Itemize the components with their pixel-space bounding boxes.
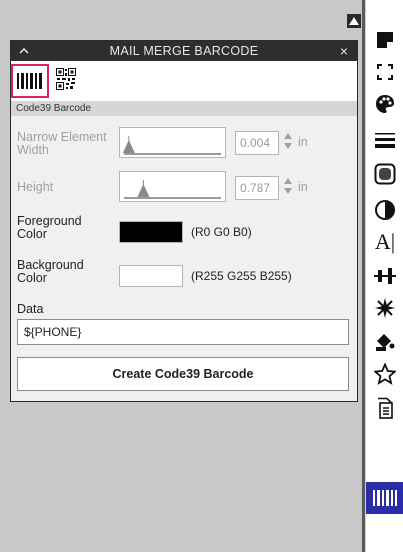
- foreground-color-rgb: (R0 G0 B0): [191, 225, 252, 239]
- toolbar-rounded-square[interactable]: [366, 158, 403, 190]
- panel-titlebar: MAIL MERGE BARCODE ×: [11, 41, 357, 61]
- toolbar-text[interactable]: A|: [366, 226, 403, 258]
- triangle-up-icon: [349, 17, 359, 25]
- height-unit: in: [298, 180, 308, 194]
- toolbar-sparkle[interactable]: [366, 292, 403, 324]
- sparkle-icon: [375, 298, 395, 318]
- create-barcode-button[interactable]: Create Code39 Barcode: [17, 357, 349, 391]
- toolbar-sticky-note[interactable]: [366, 24, 403, 56]
- spinner-arrows-icon: [284, 133, 292, 149]
- toolbar-palette[interactable]: [366, 88, 403, 120]
- sticky-note-icon: [377, 32, 393, 48]
- scroll-up-button[interactable]: [347, 14, 361, 28]
- chevron-up-icon: [19, 48, 29, 54]
- background-color-label: Background Color: [17, 258, 84, 285]
- barcode-icon: [373, 490, 397, 506]
- toolbar-align[interactable]: [366, 260, 403, 292]
- foreground-color-swatch[interactable]: [119, 221, 183, 243]
- toolbar-lines[interactable]: [366, 124, 403, 156]
- barcode-type-selector: [11, 61, 357, 101]
- palette-icon: [376, 95, 394, 113]
- narrow-element-width-unit: in: [298, 135, 308, 149]
- mail-merge-barcode-panel: MAIL MERGE BARCODE × Code39 Barcode Narr…: [10, 40, 358, 402]
- rounded-square-icon: [374, 163, 396, 185]
- collapse-button[interactable]: [17, 44, 31, 58]
- toolbar-crop[interactable]: [366, 56, 403, 88]
- toolbar-barcode[interactable]: [366, 482, 403, 514]
- foreground-color-label: Foreground Color: [17, 214, 82, 241]
- qr-code-icon: [56, 68, 76, 90]
- toolbar-document[interactable]: [366, 392, 403, 424]
- contrast-icon: [375, 200, 395, 220]
- height-slider[interactable]: [119, 171, 226, 202]
- toolbar-paint-bucket[interactable]: [366, 326, 403, 358]
- barcode-icon: [17, 73, 42, 89]
- background-color-swatch[interactable]: [119, 265, 183, 287]
- height-input[interactable]: 0.787: [235, 176, 279, 200]
- slider-track: [124, 180, 221, 199]
- lines-icon: [375, 133, 395, 148]
- toolbar-contrast[interactable]: [366, 194, 403, 226]
- linear-barcode-type-button[interactable]: [11, 64, 49, 98]
- align-icon: [374, 268, 396, 284]
- text-cursor-icon: A|: [374, 229, 396, 254]
- narrow-element-width-slider[interactable]: [119, 127, 226, 158]
- crop-icon: [377, 64, 393, 80]
- narrow-element-width-label: Narrow Element Width: [17, 130, 107, 157]
- data-input[interactable]: ${PHONE}: [17, 319, 349, 345]
- height-label: Height: [17, 180, 54, 194]
- spinner-arrows-icon: [284, 178, 292, 194]
- paint-bucket-icon: [376, 334, 395, 351]
- height-spinner[interactable]: [283, 176, 293, 200]
- right-toolbar: A|: [365, 0, 403, 552]
- star-icon: [374, 363, 396, 385]
- toolbar-star[interactable]: [366, 358, 403, 390]
- narrow-element-width-input[interactable]: 0.004: [235, 131, 279, 155]
- barcode-type-subtitle: Code39 Barcode: [11, 101, 357, 116]
- narrow-element-width-spinner[interactable]: [283, 131, 293, 155]
- qr-code-type-button[interactable]: [55, 67, 77, 91]
- panel-title: MAIL MERGE BARCODE: [109, 44, 259, 58]
- data-label: Data: [17, 302, 44, 316]
- document-icon: [378, 397, 393, 419]
- slider-track: [122, 136, 221, 155]
- background-color-rgb: (R255 G255 B255): [191, 269, 292, 283]
- close-button[interactable]: ×: [337, 43, 351, 59]
